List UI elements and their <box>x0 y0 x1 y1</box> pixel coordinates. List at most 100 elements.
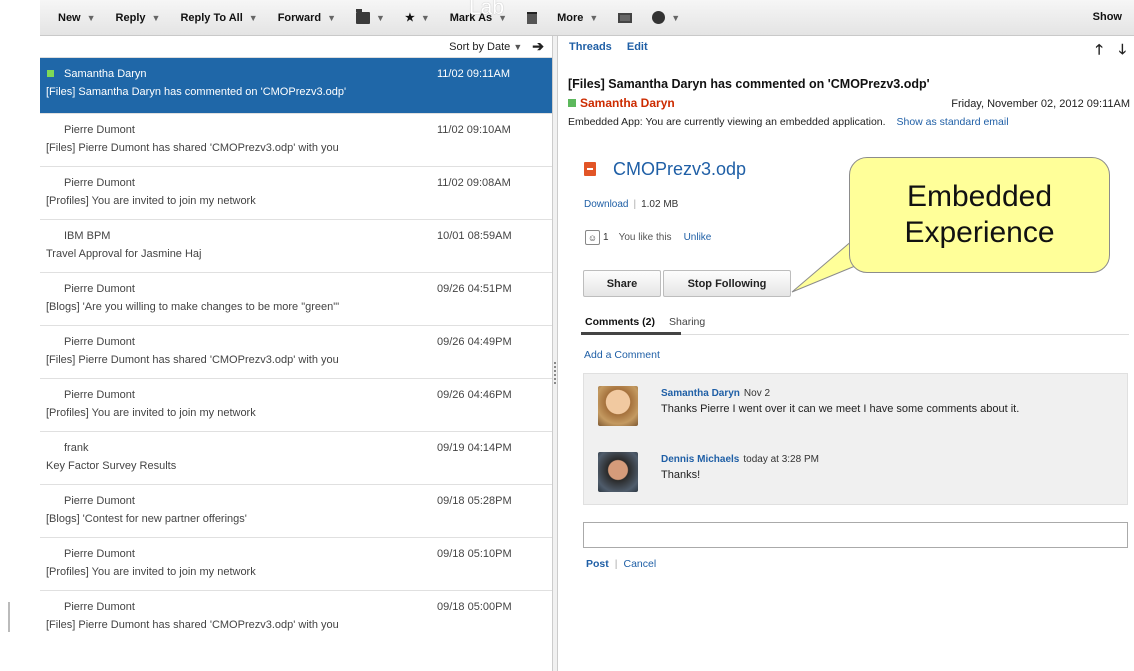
unread-indicator-icon <box>47 70 54 77</box>
message-row[interactable]: Samantha Daryn 11/02 09:11AM [Files] Sam… <box>40 58 552 114</box>
embedded-app-notice: Embedded App: You are currently viewing … <box>568 116 1009 128</box>
comment-actions: Post | Cancel <box>586 558 656 570</box>
splitter-grip-icon[interactable] <box>554 362 556 384</box>
tab-sharing[interactable]: Sharing <box>669 316 705 328</box>
message-subject: [Profiles] You are invited to join my ne… <box>46 407 256 419</box>
edit-link[interactable]: Edit <box>627 41 648 53</box>
message-list-pane: Sort by Date ▼ ➔ Samantha Daryn 11/02 09… <box>40 36 552 671</box>
chevron-down-icon: ▼ <box>327 12 337 23</box>
message-sender: Pierre Dumont <box>64 389 135 401</box>
message-sender: Pierre Dumont <box>64 336 135 348</box>
message-sender: Pierre Dumont <box>64 548 135 560</box>
reading-pane: Threads Edit 🡑 🡓 [Files] Samantha Daryn h… <box>559 36 1134 671</box>
arrow-down-icon[interactable]: 🡓 <box>1119 41 1126 57</box>
printer-icon <box>618 12 633 23</box>
share-button[interactable]: Share <box>583 270 661 297</box>
message-subject: [Blogs] 'Are you willing to make changes… <box>46 301 340 313</box>
show-button[interactable]: Show <box>1093 11 1122 23</box>
pane-splitter[interactable] <box>552 36 558 671</box>
reply-button[interactable]: Reply ▼ <box>116 12 161 24</box>
arrow-up-icon[interactable]: 🡑 <box>1095 41 1102 57</box>
web-button[interactable]: ▼ <box>652 11 680 24</box>
separator: | <box>614 558 618 570</box>
message-row[interactable]: Pierre Dumont 09/26 04:51PM [Blogs] 'Are… <box>40 273 552 326</box>
more-label: More <box>557 11 584 24</box>
tab-comments[interactable]: Comments (2) <box>585 316 655 328</box>
stop-following-button[interactable]: Stop Following <box>663 270 791 297</box>
file-name-link[interactable]: CMOPrezv3.odp <box>613 159 746 180</box>
threads-link[interactable]: Threads <box>569 41 612 53</box>
callout-line-2: Experience <box>904 216 1055 249</box>
sort-bar: Sort by Date ▼ ➔ <box>40 36 552 58</box>
unlike-link[interactable]: Unlike <box>684 232 712 243</box>
message-date: 09/18 05:00PM <box>437 601 512 613</box>
reply-all-label: Reply To All <box>180 11 243 24</box>
star-icon: ★ <box>404 12 415 24</box>
message-row[interactable]: Pierre Dumont 11/02 09:10AM [Files] Pier… <box>40 114 552 167</box>
globe-icon <box>652 11 666 24</box>
chevron-down-icon: ▼ <box>151 12 161 23</box>
message-row[interactable]: Pierre Dumont 09/26 04:46PM [Profiles] Y… <box>40 379 552 432</box>
message-row[interactable]: IBM BPM 10/01 08:59AM Travel Approval fo… <box>40 220 552 273</box>
chevron-down-icon: ▼ <box>420 12 430 23</box>
add-comment-link[interactable]: Add a Comment <box>584 349 660 361</box>
comment-text: Thanks Pierre I went over it can we meet… <box>661 403 1020 415</box>
like-status: You like this <box>618 232 672 243</box>
reading-pane-header: Threads Edit <box>569 41 660 53</box>
comment-time: today at 3:28 PM <box>743 454 819 465</box>
new-button[interactable]: New ▼ <box>58 12 96 24</box>
print-button[interactable] <box>618 12 633 23</box>
message-sender: Pierre Dumont <box>64 283 135 295</box>
arrow-right-icon[interactable]: ➔ <box>532 38 544 55</box>
embedded-experience-callout: Embedded Experience <box>849 157 1110 273</box>
message-row[interactable]: Pierre Dumont 09/26 04:49PM [Files] Pier… <box>40 326 552 379</box>
message-row[interactable]: frank 09/19 04:14PM Key Factor Survey Re… <box>40 432 552 485</box>
message-date: 11/02 09:10AM <box>437 124 511 136</box>
cancel-button[interactable]: Cancel <box>624 558 657 570</box>
comment-item: Samantha Daryn Nov 2 Thanks Pierre I went… <box>598 386 1118 436</box>
scroll-indicator <box>8 602 10 632</box>
forward-label: Forward <box>277 11 322 24</box>
sort-label: Sort by Date <box>449 40 511 53</box>
message-sender: Samantha Daryn <box>64 68 147 80</box>
message-subject: [Files] Pierre Dumont has shared 'CMOPre… <box>46 619 339 631</box>
more-button[interactable]: More ▼ <box>557 12 598 24</box>
comment-author-link[interactable]: Dennis Michaels <box>661 454 739 465</box>
message-row[interactable]: Pierre Dumont 09/18 05:28PM [Blogs] 'Con… <box>40 485 552 538</box>
download-row: Download | 1.02 MB <box>584 199 678 210</box>
presentation-file-icon <box>584 162 596 176</box>
lab-overlay-text: Lab <box>469 0 505 19</box>
comment-author-link[interactable]: Samantha Daryn <box>661 388 740 399</box>
forward-button[interactable]: Forward ▼ <box>278 12 336 24</box>
reply-all-button[interactable]: Reply To All ▼ <box>180 12 257 24</box>
message-row[interactable]: Pierre Dumont 09/18 05:10PM [Profiles] Y… <box>40 538 552 591</box>
avatar <box>598 386 638 426</box>
message-date: 09/18 05:28PM <box>437 495 512 507</box>
move-to-folder-button[interactable]: ▼ <box>356 8 385 24</box>
download-link[interactable]: Download <box>584 199 628 210</box>
message-subject: [Files] Pierre Dumont has shared 'CMOPre… <box>46 354 339 366</box>
comments-list: Samantha Daryn Nov 2 Thanks Pierre I went… <box>583 373 1128 505</box>
message-row[interactable]: Pierre Dumont 11/02 09:08AM [Profiles] Y… <box>40 167 552 220</box>
message-row[interactable]: Pierre Dumont 09/18 05:00PM [Files] Pier… <box>40 591 552 644</box>
show-as-standard-email-link[interactable]: Show as standard email <box>896 116 1008 128</box>
message-navigation: 🡑 🡓 <box>1079 39 1126 63</box>
message-subject: [Profiles] You are invited to join my ne… <box>46 195 256 207</box>
comment-time: Nov 2 <box>743 388 771 399</box>
reply-label: Reply <box>115 11 146 24</box>
message-date: 09/26 04:49PM <box>437 336 512 348</box>
delete-button[interactable] <box>527 11 538 24</box>
message-date: 09/26 04:51PM <box>437 283 512 295</box>
message-subject: [Files] Samantha Daryn has commented on … <box>46 86 347 98</box>
message-subject: Key Factor Survey Results <box>46 460 177 472</box>
message-from[interactable]: Samantha Daryn <box>580 96 675 110</box>
message-subject: [Blogs] 'Contest for new partner offerin… <box>46 513 247 525</box>
post-button[interactable]: Post <box>586 558 609 570</box>
like-icon[interactable]: ☺ <box>585 230 600 245</box>
sort-by-date-dropdown[interactable]: Sort by Date ▼ <box>449 41 522 53</box>
comment-input[interactable] <box>583 522 1128 548</box>
message-sender: IBM BPM <box>64 230 111 242</box>
active-tab-indicator <box>581 332 681 335</box>
follow-up-button[interactable]: ★ ▼ <box>405 11 430 24</box>
message-sender: Pierre Dumont <box>64 495 135 507</box>
